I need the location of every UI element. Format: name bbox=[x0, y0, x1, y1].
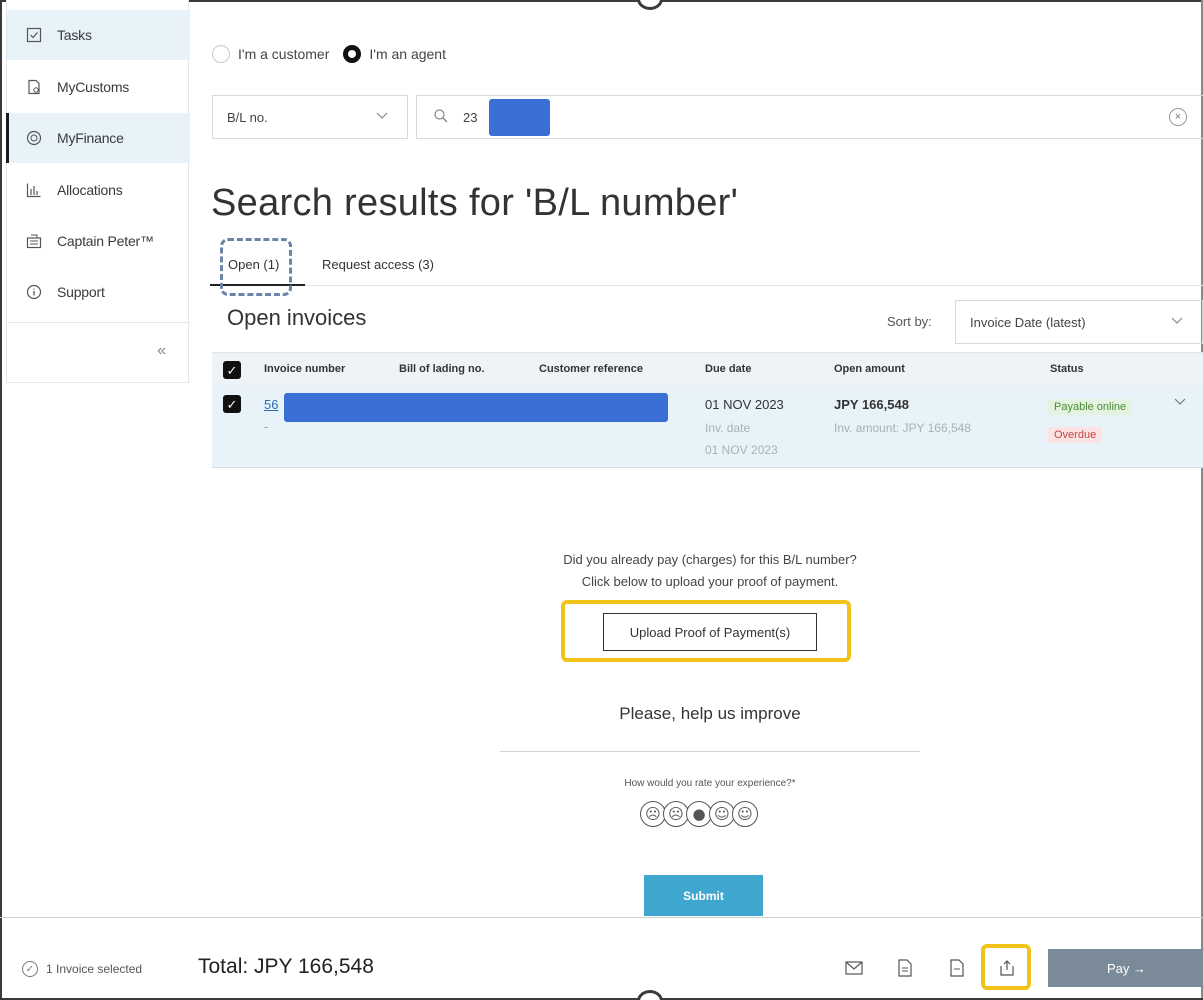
column-header: Due date bbox=[705, 363, 752, 375]
search-type-value: B/L no. bbox=[227, 109, 268, 125]
share-icon[interactable] bbox=[996, 957, 1018, 979]
sidebar-item-allocations[interactable]: Allocations bbox=[7, 165, 190, 215]
expand-row-icon[interactable] bbox=[1173, 394, 1187, 411]
column-header: Bill of lading no. bbox=[399, 363, 485, 375]
open-amount: JPY 166,548 bbox=[834, 397, 909, 412]
info-icon bbox=[25, 283, 43, 301]
inv-date: 01 NOV 2023 bbox=[705, 443, 778, 457]
sort-label: Sort by: bbox=[887, 314, 932, 329]
rating-faces: ☹ ☹ ● ☺ ☺ bbox=[640, 801, 758, 827]
column-header: Invoice number bbox=[264, 363, 346, 375]
sidebar-item-tasks[interactable]: Tasks bbox=[7, 10, 190, 60]
pay-button[interactable]: Pay → bbox=[1048, 949, 1203, 987]
feedback-divider bbox=[500, 751, 920, 752]
bar-chart-icon bbox=[25, 181, 43, 199]
role-selector: I'm a customer I'm an agent bbox=[212, 45, 460, 63]
proof-question-line2: Click below to upload your proof of paym… bbox=[581, 574, 839, 589]
clear-search-icon[interactable]: × bbox=[1169, 108, 1187, 126]
redaction-block bbox=[284, 393, 668, 422]
tab-request-access[interactable]: Request access (3) bbox=[322, 257, 434, 272]
sidebar-item-support[interactable]: Support bbox=[7, 267, 190, 317]
sidebar-item-label: Captain Peter™ bbox=[57, 233, 154, 249]
feedback-title: Please, help us improve bbox=[619, 704, 801, 723]
sidebar: Tasks MyCustoms MyFinance Allocations Ca… bbox=[6, 0, 190, 383]
sidebar-item-captain-peter[interactable]: Captain Peter™ bbox=[7, 216, 190, 266]
rating-question: How would you rate your experience?* bbox=[624, 778, 796, 789]
status-badge-overdue: Overdue bbox=[1048, 427, 1103, 443]
chevron-down-icon bbox=[1170, 313, 1184, 330]
sidebar-item-label: Allocations bbox=[57, 182, 123, 198]
column-header: Open amount bbox=[834, 363, 905, 375]
frame-left-border bbox=[0, 0, 2, 1000]
tabs-baseline bbox=[210, 285, 1203, 286]
section-heading: Open invoices bbox=[227, 305, 367, 330]
sidebar-item-label: Support bbox=[57, 284, 105, 300]
chevron-down-icon bbox=[375, 108, 389, 125]
invoice-sub: - bbox=[264, 419, 269, 434]
page-title: Search results for 'B/L number' bbox=[211, 182, 739, 224]
submit-button[interactable]: Submit bbox=[644, 875, 763, 916]
due-date: 01 NOV 2023 bbox=[705, 397, 784, 412]
check-circle-icon: ✓ bbox=[22, 961, 38, 977]
checkbox-icon bbox=[25, 26, 43, 44]
collapse-sidebar-icon[interactable]: « bbox=[157, 342, 166, 360]
column-header: Status bbox=[1050, 363, 1084, 375]
upload-proof-button[interactable]: Upload Proof of Payment(s) bbox=[603, 613, 817, 651]
column-header: Customer reference bbox=[539, 363, 643, 375]
table-header: ✓ Invoice number Bill of lading no. Cust… bbox=[212, 352, 1203, 386]
total-amount: Total: JPY 166,548 bbox=[198, 955, 374, 978]
sidebar-item-label: MyFinance bbox=[57, 130, 124, 146]
sort-value: Invoice Date (latest) bbox=[970, 314, 1086, 330]
row-checkbox[interactable]: ✓ bbox=[223, 395, 241, 413]
customer-radio-label[interactable]: I'm a customer bbox=[238, 46, 329, 62]
selected-count: 1 Invoice selected bbox=[46, 962, 143, 976]
tab-open-highlight bbox=[220, 238, 292, 296]
document-icon[interactable] bbox=[894, 957, 916, 979]
sidebar-item-label: Tasks bbox=[57, 27, 92, 43]
inv-date-label: Inv. date bbox=[705, 421, 751, 435]
footer-divider bbox=[0, 917, 1203, 918]
select-all-checkbox[interactable]: ✓ bbox=[223, 361, 241, 379]
agent-radio-label[interactable]: I'm an agent bbox=[369, 46, 446, 62]
frame-knob-bottom bbox=[637, 990, 663, 1000]
very-happy-face-icon[interactable]: ☺ bbox=[732, 801, 758, 827]
inv-amount: Inv. amount: JPY 166,548 bbox=[834, 421, 971, 435]
email-icon[interactable] bbox=[843, 957, 865, 979]
search-query-value: 23 bbox=[463, 109, 478, 125]
invoice-icon[interactable] bbox=[946, 957, 968, 979]
container-icon bbox=[25, 232, 43, 250]
search-icon bbox=[433, 108, 449, 127]
search-type-select[interactable]: B/L no. bbox=[212, 95, 408, 139]
sidebar-divider bbox=[7, 322, 190, 323]
invoice-number-link[interactable]: 56 bbox=[264, 397, 278, 412]
proof-question-line1: Did you already pay (charges) for this B… bbox=[563, 552, 857, 567]
sidebar-item-mycustoms[interactable]: MyCustoms bbox=[7, 62, 190, 112]
sort-select[interactable]: Invoice Date (latest) bbox=[955, 300, 1203, 344]
document-icon bbox=[25, 78, 43, 96]
sidebar-item-label: MyCustoms bbox=[57, 79, 130, 95]
finance-icon bbox=[25, 129, 43, 147]
sidebar-item-myfinance[interactable]: MyFinance bbox=[6, 113, 190, 163]
redaction-block bbox=[489, 99, 550, 136]
status-badge-payable: Payable online bbox=[1048, 399, 1133, 415]
customer-radio[interactable] bbox=[212, 45, 230, 63]
frame-knob-top bbox=[637, 0, 663, 10]
agent-radio[interactable] bbox=[343, 45, 362, 63]
